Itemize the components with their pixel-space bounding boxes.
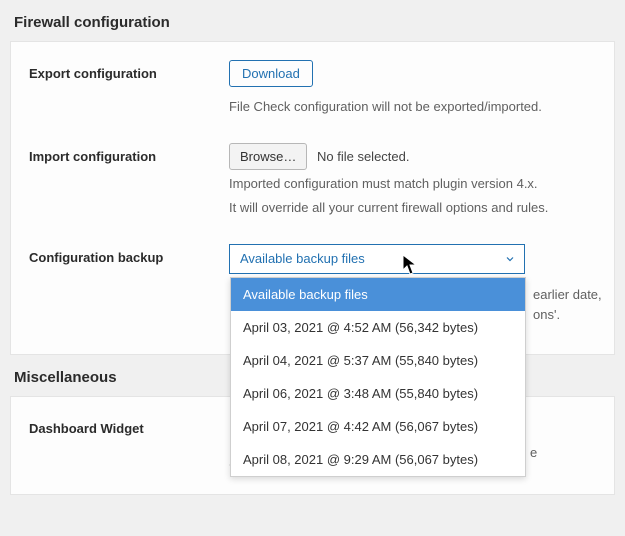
import-label: Import configuration: [29, 143, 229, 164]
backup-hint-frag2: ons'.: [533, 305, 560, 325]
backup-option[interactable]: April 03, 2021 @ 4:52 AM (56,342 bytes): [231, 311, 525, 344]
dashboard-label: Dashboard Widget: [29, 415, 229, 436]
export-label: Export configuration: [29, 60, 229, 81]
download-button[interactable]: Download: [229, 60, 313, 87]
backup-option[interactable]: April 07, 2021 @ 4:42 AM (56,067 bytes): [231, 410, 525, 443]
browse-button[interactable]: Browse…: [229, 143, 307, 170]
section-title-firewall: Firewall configuration: [10, 0, 615, 41]
backup-label: Configuration backup: [29, 244, 229, 265]
backup-option[interactable]: April 04, 2021 @ 5:37 AM (55,840 bytes): [231, 344, 525, 377]
dashboard-frag1: e: [530, 443, 537, 463]
backup-option[interactable]: Available backup files: [231, 278, 525, 311]
backup-select-value: Available backup files: [240, 249, 365, 269]
export-row: Export configuration Download File Check…: [29, 60, 596, 117]
import-note-1: Imported configuration must match plugin…: [229, 174, 596, 194]
import-note-2: It will override all your current firewa…: [229, 198, 596, 218]
backup-row: Configuration backup Available backup fi…: [29, 244, 596, 274]
backup-select[interactable]: Available backup files: [229, 244, 525, 274]
backup-dropdown: Available backup filesApril 03, 2021 @ 4…: [230, 277, 526, 477]
chevron-down-icon: [504, 253, 516, 265]
file-selected-status: No file selected.: [317, 149, 410, 164]
import-row: Import configuration Browse… No file sel…: [29, 143, 596, 218]
export-note: File Check configuration will not be exp…: [229, 97, 596, 117]
backup-option[interactable]: April 08, 2021 @ 9:29 AM (56,067 bytes): [231, 443, 525, 476]
backup-hint-frag1: earlier date,: [533, 285, 602, 305]
backup-option[interactable]: April 06, 2021 @ 3:48 AM (55,840 bytes): [231, 377, 525, 410]
